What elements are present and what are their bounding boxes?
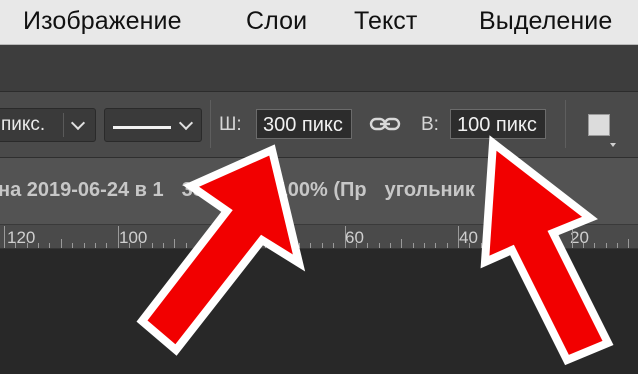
menu-layers[interactable]: Слои — [246, 7, 307, 36]
ruler-tick — [83, 243, 85, 248]
ruler-label: 20 — [570, 228, 589, 247]
ruler-tick — [117, 226, 119, 248]
ruler-tick — [185, 243, 187, 248]
ruler-tick — [299, 243, 301, 248]
ruler-tick — [582, 243, 584, 248]
ruler-tick — [526, 243, 528, 248]
chevron-down-icon — [178, 115, 194, 131]
ruler-tick — [401, 239, 403, 248]
ruler-tick — [151, 243, 153, 248]
ruler-tick — [492, 243, 494, 248]
ruler-tick — [242, 243, 244, 248]
ruler-tick — [287, 239, 289, 248]
ruler-tick — [4, 226, 5, 248]
ruler-tick — [560, 243, 562, 248]
ruler-tick — [605, 243, 607, 248]
ruler-tick — [344, 226, 346, 248]
ruler-tick — [26, 243, 28, 248]
stroke-style-dropdown[interactable] — [104, 108, 202, 142]
menu-type[interactable]: Текст — [354, 7, 417, 36]
ruler-tick — [458, 226, 459, 248]
ruler-tick — [446, 243, 448, 248]
document-tab-title[interactable]: на 2019-06-24 в 1 38.png @ 100% (Пр угольн… — [0, 179, 475, 202]
ruler-tick — [594, 243, 596, 248]
tab-title-part: 38.png @ 100% (Пр — [181, 179, 367, 201]
height-field[interactable]: 100 пикс — [450, 109, 546, 139]
options-bar: пикс. Ш: 300 пикс В: 100 пикс — [0, 92, 638, 158]
tab-title-part: на 2019-06-24 в 1 — [0, 179, 164, 201]
ruler-tick — [412, 243, 414, 248]
ruler-label: 120 — [7, 228, 36, 247]
ruler-tick — [196, 243, 198, 248]
ruler-tick — [208, 243, 210, 248]
ruler-tick — [367, 243, 369, 248]
ruler-tick — [219, 243, 221, 248]
separator — [210, 100, 211, 148]
ruler-tick — [38, 243, 39, 248]
menu-select[interactable]: Выделение — [479, 7, 612, 36]
horizontal-ruler[interactable]: 120 100 60 40 20 — [0, 225, 638, 249]
ruler-tick — [72, 243, 74, 248]
ruler-tick — [548, 243, 550, 248]
ruler-tick — [389, 243, 391, 248]
ruler-tick — [480, 243, 482, 248]
menu-bar: Изображение Слои Текст Выделение — [0, 0, 638, 45]
unit-dropdown-value: пикс. — [1, 114, 46, 135]
ruler-tick — [276, 243, 278, 248]
link-icon[interactable] — [368, 112, 402, 136]
ruler-tick — [514, 239, 516, 248]
ruler-tick — [94, 243, 96, 248]
ruler-label: 60 — [345, 228, 364, 247]
ruler-tick — [378, 243, 380, 248]
ruler-tick — [253, 243, 255, 248]
tab-title-part: угольник — [384, 179, 475, 201]
swatch-menu-triangle-icon[interactable] — [610, 143, 616, 147]
ruler-tick — [128, 243, 130, 248]
ruler-tick — [106, 243, 108, 248]
width-label: Ш: — [219, 114, 242, 135]
chevron-down-icon — [70, 115, 86, 131]
ruler-tick — [60, 239, 62, 248]
ruler-tick — [174, 239, 176, 248]
stroke-line-preview — [113, 126, 171, 129]
ruler-tick — [628, 239, 630, 248]
ruler-tick — [265, 243, 267, 248]
ruler-tick — [355, 243, 357, 248]
ruler-tick — [423, 243, 425, 248]
unit-dropdown[interactable]: пикс. — [0, 108, 96, 142]
canvas-area[interactable] — [0, 249, 638, 374]
height-label: В: — [421, 114, 439, 135]
ruler-tick — [140, 243, 142, 248]
ruler-tick — [333, 243, 335, 248]
ruler-label: 100 — [119, 228, 148, 247]
ruler-tick — [503, 243, 505, 248]
ruler-tick — [231, 226, 232, 248]
width-field[interactable]: 300 пикс — [256, 109, 352, 139]
ruler-tick — [469, 243, 471, 248]
dropdown-divider — [63, 113, 64, 137]
document-tab-bar: на 2019-06-24 в 1 38.png @ 100% (Пр угольн… — [0, 158, 638, 225]
ruler-tick — [49, 243, 51, 248]
ruler-tick — [15, 243, 17, 248]
ruler-tick — [162, 243, 164, 248]
ruler-tick — [537, 243, 539, 248]
fill-color-swatch[interactable] — [588, 114, 610, 136]
ruler-tick — [321, 243, 323, 248]
ruler-tick — [571, 226, 573, 248]
ruler-tick — [310, 243, 312, 248]
separator — [565, 100, 566, 148]
application-bar — [0, 45, 638, 92]
ruler-tick — [435, 243, 437, 248]
ruler-tick — [616, 243, 618, 248]
menu-image[interactable]: Изображение — [23, 7, 182, 36]
